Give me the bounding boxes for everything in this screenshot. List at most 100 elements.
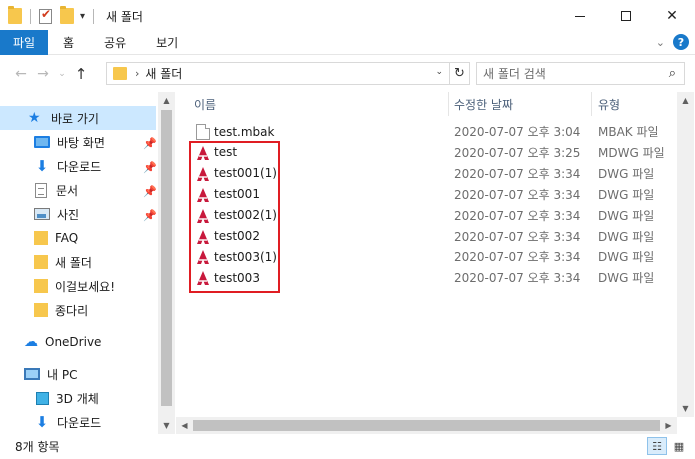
scroll-right-icon[interactable]: ▶ <box>660 417 677 434</box>
recent-locations-button[interactable]: ⌄ <box>54 69 70 79</box>
file-name: test002 <box>214 229 260 243</box>
column-divider[interactable] <box>591 92 592 116</box>
scroll-thumb[interactable] <box>161 110 172 406</box>
item-count: 8개 항목 <box>15 440 60 454</box>
table-row[interactable]: test003(1) 2020-07-07 오후 3:34 DWG 파일 <box>176 246 677 267</box>
file-date: 2020-07-07 오후 3:04 <box>454 125 581 139</box>
minimize-button[interactable] <box>557 0 603 32</box>
nav-item-jongdari[interactable]: 종다리 <box>0 298 88 322</box>
file-type: MBAK 파일 <box>598 125 659 139</box>
back-button[interactable]: ← <box>10 66 32 82</box>
dwg-file-icon <box>196 187 210 203</box>
table-row[interactable]: test001 2020-07-07 오후 3:34 DWG 파일 <box>176 184 677 205</box>
nav-pane-scrollbar[interactable]: ▲ ▼ <box>158 92 175 434</box>
scroll-up-icon[interactable]: ▲ <box>158 92 175 109</box>
file-type: DWG 파일 <box>598 250 655 265</box>
table-row[interactable]: test001(1) 2020-07-07 오후 3:34 DWG 파일 <box>176 163 677 184</box>
file-type: DWG 파일 <box>598 166 655 181</box>
scroll-down-icon[interactable]: ▼ <box>677 400 694 417</box>
file-name: test001(1) <box>214 166 277 181</box>
search-icon[interactable]: ⌕ <box>669 66 676 81</box>
folder-icon <box>113 67 127 80</box>
scroll-left-icon[interactable]: ◀ <box>176 417 193 434</box>
desktop-icon <box>34 136 50 148</box>
table-row[interactable]: test 2020-07-07 오후 3:25 MDWG 파일 <box>176 142 677 163</box>
help-icon[interactable]: ? <box>673 34 689 50</box>
file-type: MDWG 파일 <box>598 145 665 160</box>
pin-icon: 📌 <box>143 137 157 150</box>
breadcrumb-current[interactable]: 새 폴더 <box>145 65 182 82</box>
download-icon: ⬇ <box>35 413 49 431</box>
table-row[interactable]: test003 2020-07-07 오후 3:34 DWG 파일 <box>176 267 677 288</box>
folder-icon <box>34 255 48 269</box>
nav-item-downloads[interactable]: ⬇ 다운로드 <box>0 154 101 178</box>
divider <box>30 8 31 24</box>
table-row[interactable]: test002 2020-07-07 오후 3:34 DWG 파일 <box>176 226 677 247</box>
navigation-pane: ★ 바로 가기 바탕 화면 📌 ⬇ 다운로드 📌 문서 📌 사진 📌 FAQ 새… <box>0 92 158 432</box>
scroll-down-icon[interactable]: ▼ <box>158 417 175 434</box>
nav-label: 3D 개체 <box>56 391 99 406</box>
file-date: 2020-07-07 오후 3:34 <box>454 271 581 286</box>
close-button[interactable]: ✕ <box>649 0 695 32</box>
nav-label: 바탕 화면 <box>57 135 105 150</box>
tab-file[interactable]: 파일 <box>0 29 48 55</box>
column-header-date[interactable]: 수정한 날짜 <box>454 92 513 116</box>
tab-share[interactable]: 공유 <box>89 30 141 55</box>
nav-label: 바로 가기 <box>51 111 99 126</box>
column-header-name[interactable]: 이름 <box>194 92 216 116</box>
details-view-button[interactable]: ☷ <box>647 437 667 455</box>
file-date: 2020-07-07 오후 3:25 <box>454 145 581 160</box>
large-icons-view-button[interactable]: ▦ <box>669 437 689 455</box>
nav-item-pictures[interactable]: 사진 <box>0 202 79 226</box>
new-folder-icon[interactable] <box>60 6 74 24</box>
tab-view[interactable]: 보기 <box>141 30 193 55</box>
expand-ribbon-icon[interactable]: ⌄ <box>656 36 665 49</box>
download-icon: ⬇ <box>35 157 49 175</box>
nav-label: FAQ <box>55 231 79 245</box>
nav-label: 내 PC <box>47 367 78 382</box>
nav-item-onedrive[interactable]: ☁ OneDrive <box>0 330 101 354</box>
nav-item-this-pc[interactable]: 내 PC <box>0 362 77 386</box>
search-input[interactable]: 새 폴더 검색 ⌕ <box>476 62 685 85</box>
nav-label: OneDrive <box>45 335 102 349</box>
customize-toolbar-icon[interactable]: ▾ <box>80 11 85 22</box>
window-title: 새 폴더 <box>106 9 143 24</box>
pin-icon: 📌 <box>143 209 157 222</box>
nav-item-faq[interactable]: FAQ <box>0 226 78 250</box>
file-list-scrollbar[interactable]: ▲ ▼ <box>677 92 694 417</box>
scroll-thumb[interactable] <box>193 420 660 431</box>
up-button[interactable]: ↑ <box>70 65 92 83</box>
maximize-button[interactable] <box>603 0 649 32</box>
horizontal-scrollbar[interactable]: ◀ ▶ <box>176 417 677 434</box>
table-row[interactable]: test.mbak 2020-07-07 오후 3:04 MBAK 파일 <box>176 121 677 142</box>
dwg-file-icon <box>196 229 210 245</box>
nav-item-3d-objects[interactable]: 3D 개체 <box>0 386 99 410</box>
column-header-type[interactable]: 유형 <box>598 92 620 116</box>
ribbon-tabs: 파일 홈 공유 보기 ⌄ ? <box>0 29 695 55</box>
nav-item-desktop[interactable]: 바탕 화면 <box>0 130 105 154</box>
file-name: test003 <box>214 270 260 285</box>
address-history-dropdown-icon[interactable]: ⌄ <box>435 67 443 77</box>
dwg-file-icon <box>196 270 210 286</box>
status-bar: 8개 항목 ☷ ▦ <box>0 434 695 459</box>
address-bar[interactable]: › 새 폴더 ⌄ ↻ <box>106 62 470 85</box>
dwg-file-icon <box>196 208 210 224</box>
breadcrumb-separator-icon[interactable]: › <box>135 67 139 80</box>
nav-label: 종다리 <box>55 303 89 318</box>
scroll-up-icon[interactable]: ▲ <box>677 92 694 109</box>
nav-item-new-folder[interactable]: 새 폴더 <box>0 250 92 274</box>
nav-item-quick-access[interactable]: ★ 바로 가기 <box>0 106 156 130</box>
file-date: 2020-07-07 오후 3:34 <box>454 166 581 181</box>
nav-label: 이걸보세요! <box>55 279 116 294</box>
forward-button[interactable]: → <box>32 66 54 82</box>
tab-home[interactable]: 홈 <box>48 30 89 55</box>
table-row[interactable]: test002(1) 2020-07-07 오후 3:34 DWG 파일 <box>176 205 677 226</box>
nav-item-pc-downloads[interactable]: ⬇ 다운로드 <box>0 410 101 432</box>
nav-item-documents[interactable]: 문서 <box>0 178 78 202</box>
nav-label: 새 폴더 <box>55 255 92 270</box>
nav-item-look-at-this[interactable]: 이걸보세요! <box>0 274 115 298</box>
refresh-button[interactable]: ↻ <box>449 63 469 84</box>
pin-icon: 📌 <box>143 185 157 198</box>
properties-icon[interactable] <box>39 7 52 24</box>
column-divider[interactable] <box>448 92 449 116</box>
